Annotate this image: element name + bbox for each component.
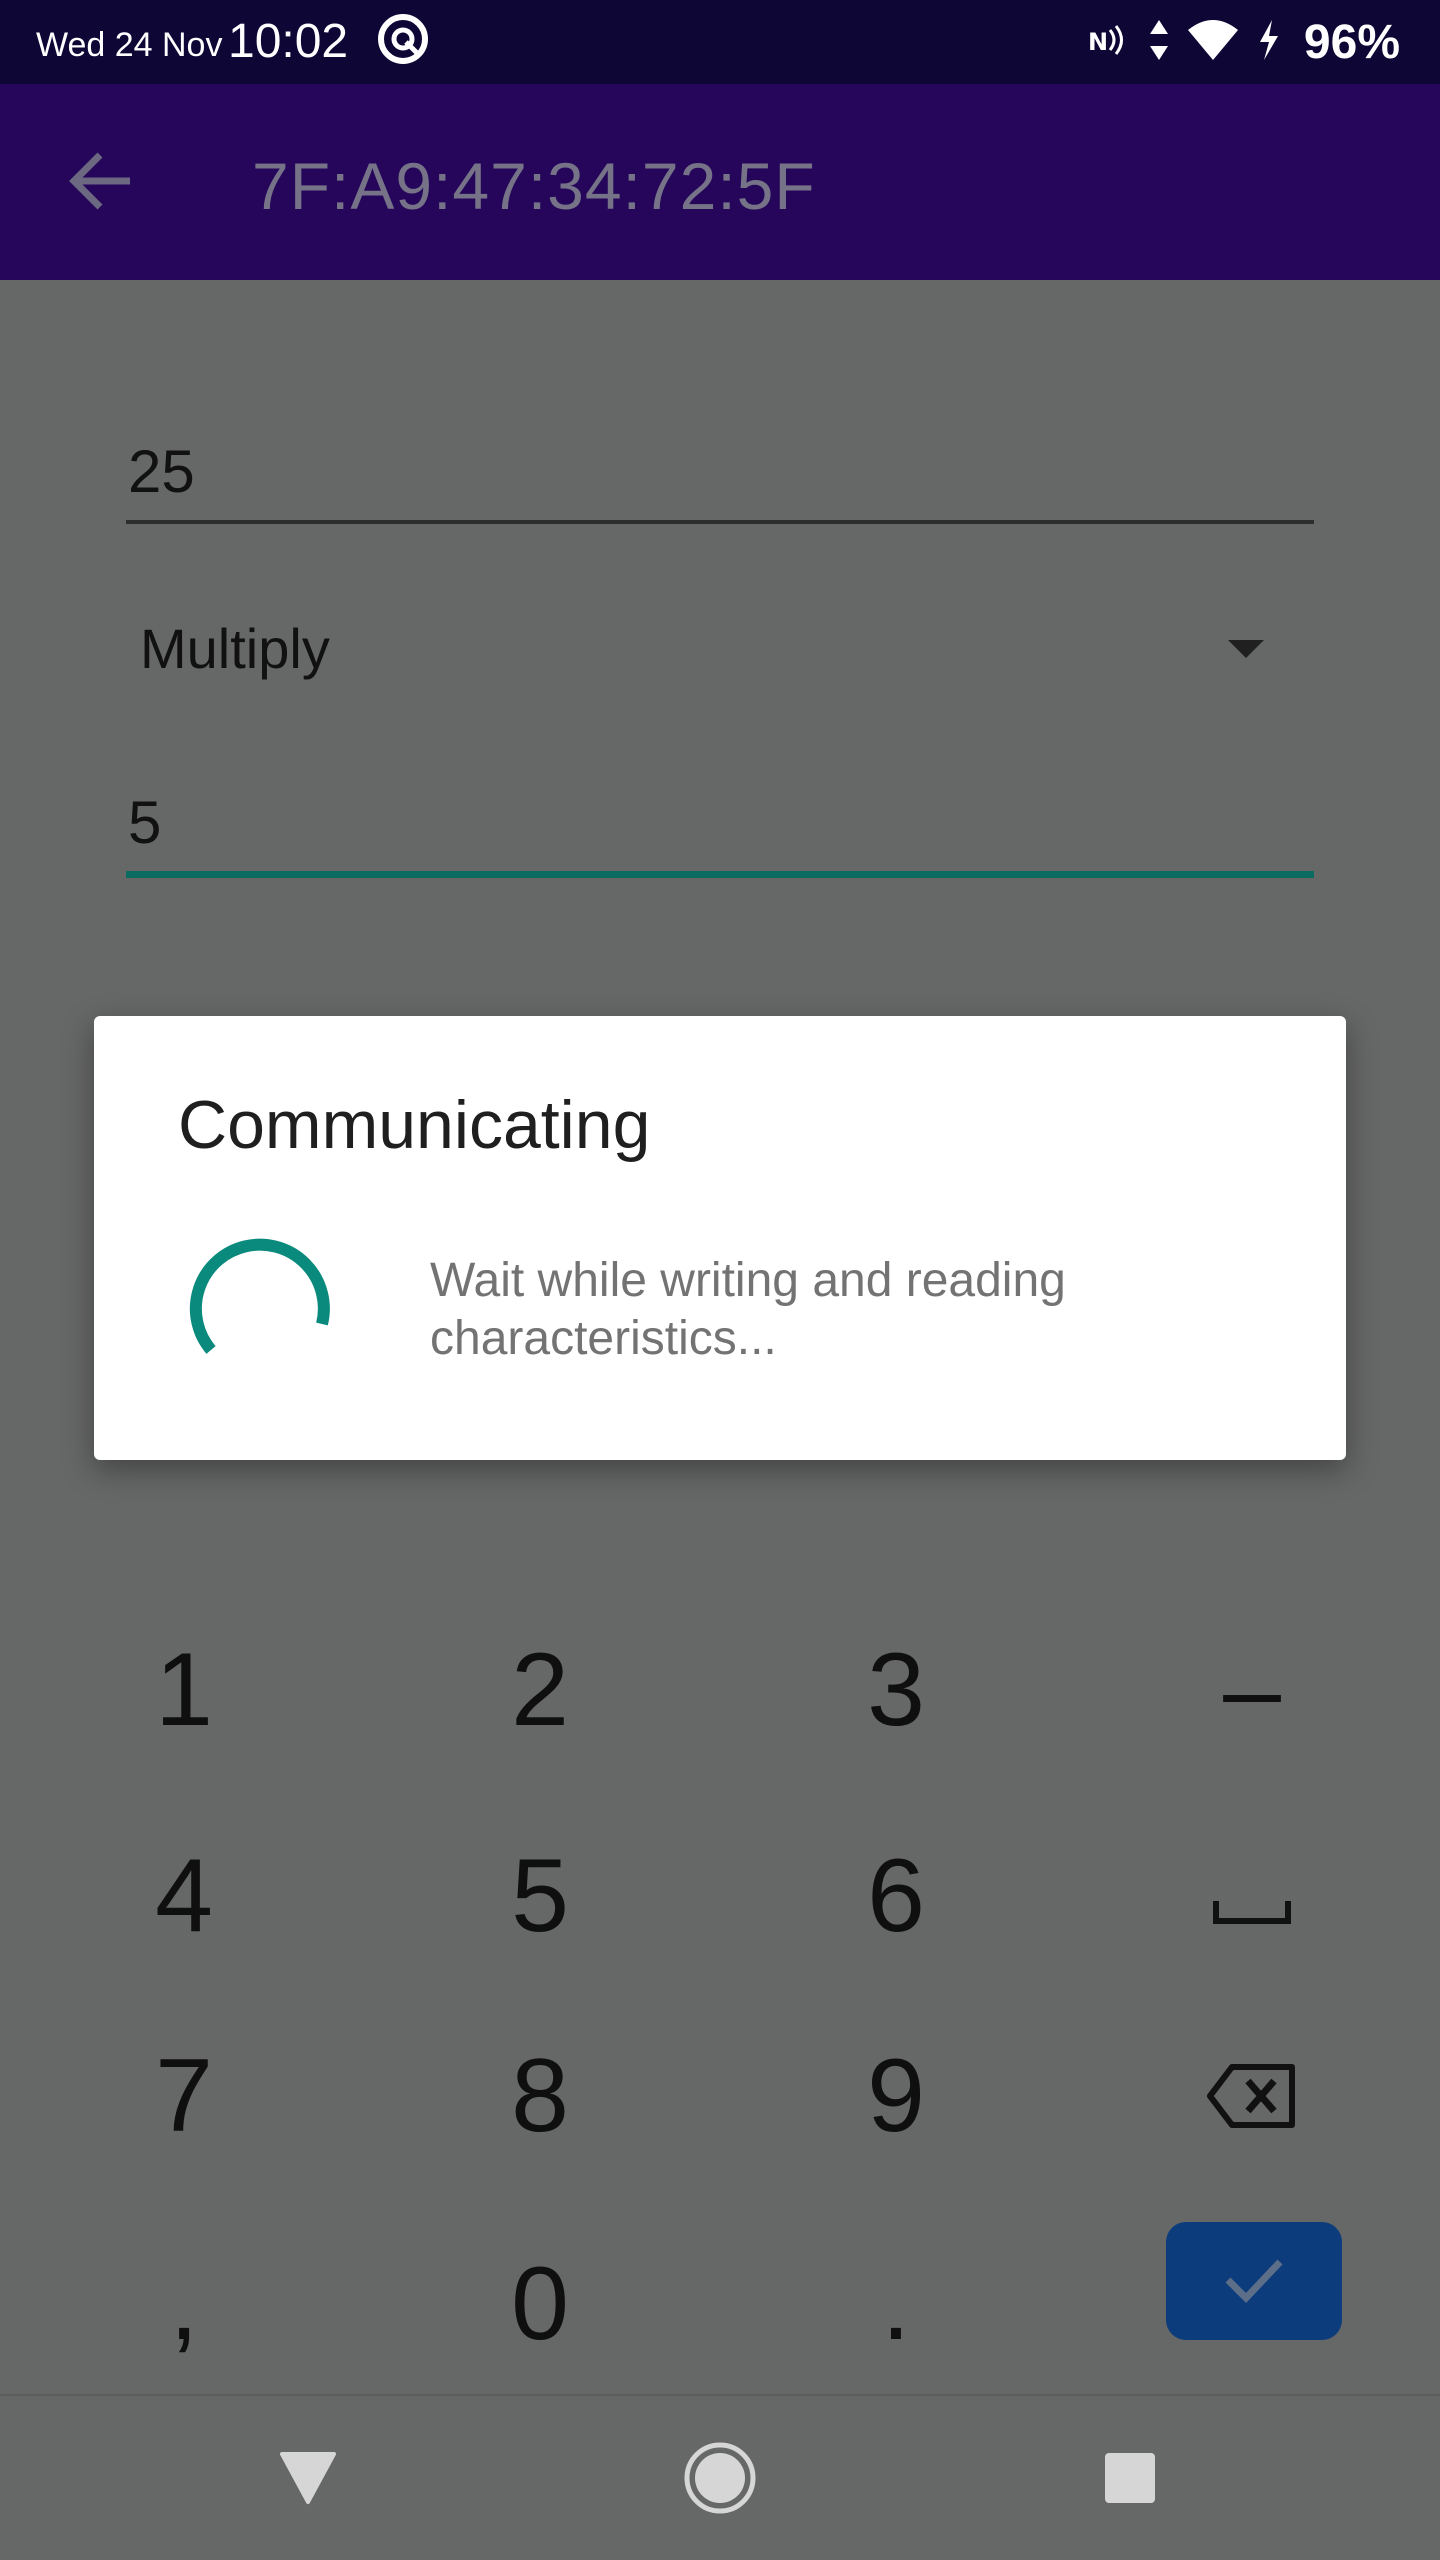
key-4[interactable]: 4: [24, 1796, 344, 1996]
status-bar: Wed 24 Nov 10:02 N 96%: [0, 0, 1440, 84]
key-space[interactable]: [1092, 1796, 1412, 1996]
progress-dialog: Communicating Wait while writing and rea…: [94, 1016, 1346, 1460]
page-title: 7F:A9:47:34:72:5F: [252, 149, 816, 223]
operation-dropdown[interactable]: Multiply: [126, 600, 1314, 704]
wifi-icon: [1186, 18, 1240, 67]
key-0[interactable]: 0: [380, 2204, 700, 2404]
status-icons: N 96%: [1088, 10, 1400, 74]
nfc-icon: N: [1088, 22, 1132, 63]
first-number-field[interactable]: 25: [126, 420, 1314, 524]
back-button[interactable]: [56, 138, 146, 228]
first-number-value: 25: [128, 438, 195, 505]
status-time: 10:02: [228, 15, 349, 68]
data-arrows-icon: [1148, 18, 1170, 67]
nav-back-button[interactable]: [260, 2432, 356, 2528]
key-8[interactable]: 8: [380, 1996, 700, 2196]
battery-percent: 96%: [1303, 15, 1400, 69]
dialog-message: Wait while writing and reading character…: [430, 1254, 1066, 1365]
numeric-keypad: 1 2 3 – 4 5 6 7 8 9 , 0 .: [0, 1590, 1440, 2390]
backspace-icon: [1206, 2037, 1298, 2156]
arrow-back-icon: [68, 151, 134, 216]
second-number-value: 5: [128, 789, 162, 856]
key-5[interactable]: 5: [380, 1796, 700, 1996]
nav-home-icon: [682, 2440, 758, 2521]
key-backspace[interactable]: [1092, 1996, 1412, 2196]
check-icon: [1222, 2254, 1286, 2309]
key-dot[interactable]: .: [736, 2204, 1056, 2404]
key-2[interactable]: 2: [380, 1590, 700, 1790]
dialog-title: Communicating: [178, 1087, 651, 1163]
nav-home-button[interactable]: [672, 2432, 768, 2528]
key-minus[interactable]: –: [1092, 1590, 1412, 1790]
nav-recents-icon: [1102, 2450, 1158, 2511]
done-button[interactable]: [1166, 2222, 1342, 2340]
app-bar: 7F:A9:47:34:72:5F: [0, 84, 1440, 280]
nav-recents-button[interactable]: [1082, 2432, 1178, 2528]
space-icon: [1212, 1837, 1292, 1956]
progress-spinner-icon: [188, 1238, 338, 1388]
key-6[interactable]: 6: [736, 1796, 1056, 1996]
svg-text:N: N: [1088, 28, 1108, 56]
key-comma[interactable]: ,: [24, 2204, 344, 2404]
nav-back-icon: [278, 2450, 338, 2511]
key-3[interactable]: 3: [736, 1590, 1056, 1790]
at-sign-icon: [376, 12, 430, 66]
dropdown-arrow-icon: [1228, 640, 1264, 658]
status-date: Wed 24 Nov: [36, 26, 223, 64]
key-1[interactable]: 1: [24, 1590, 344, 1790]
charging-icon: [1256, 18, 1282, 67]
key-9[interactable]: 9: [736, 1996, 1056, 2196]
navigation-bar: [0, 2394, 1440, 2560]
second-number-field[interactable]: 5: [126, 774, 1314, 878]
key-7[interactable]: 7: [24, 1996, 344, 2196]
operation-selected: Multiply: [140, 617, 330, 680]
